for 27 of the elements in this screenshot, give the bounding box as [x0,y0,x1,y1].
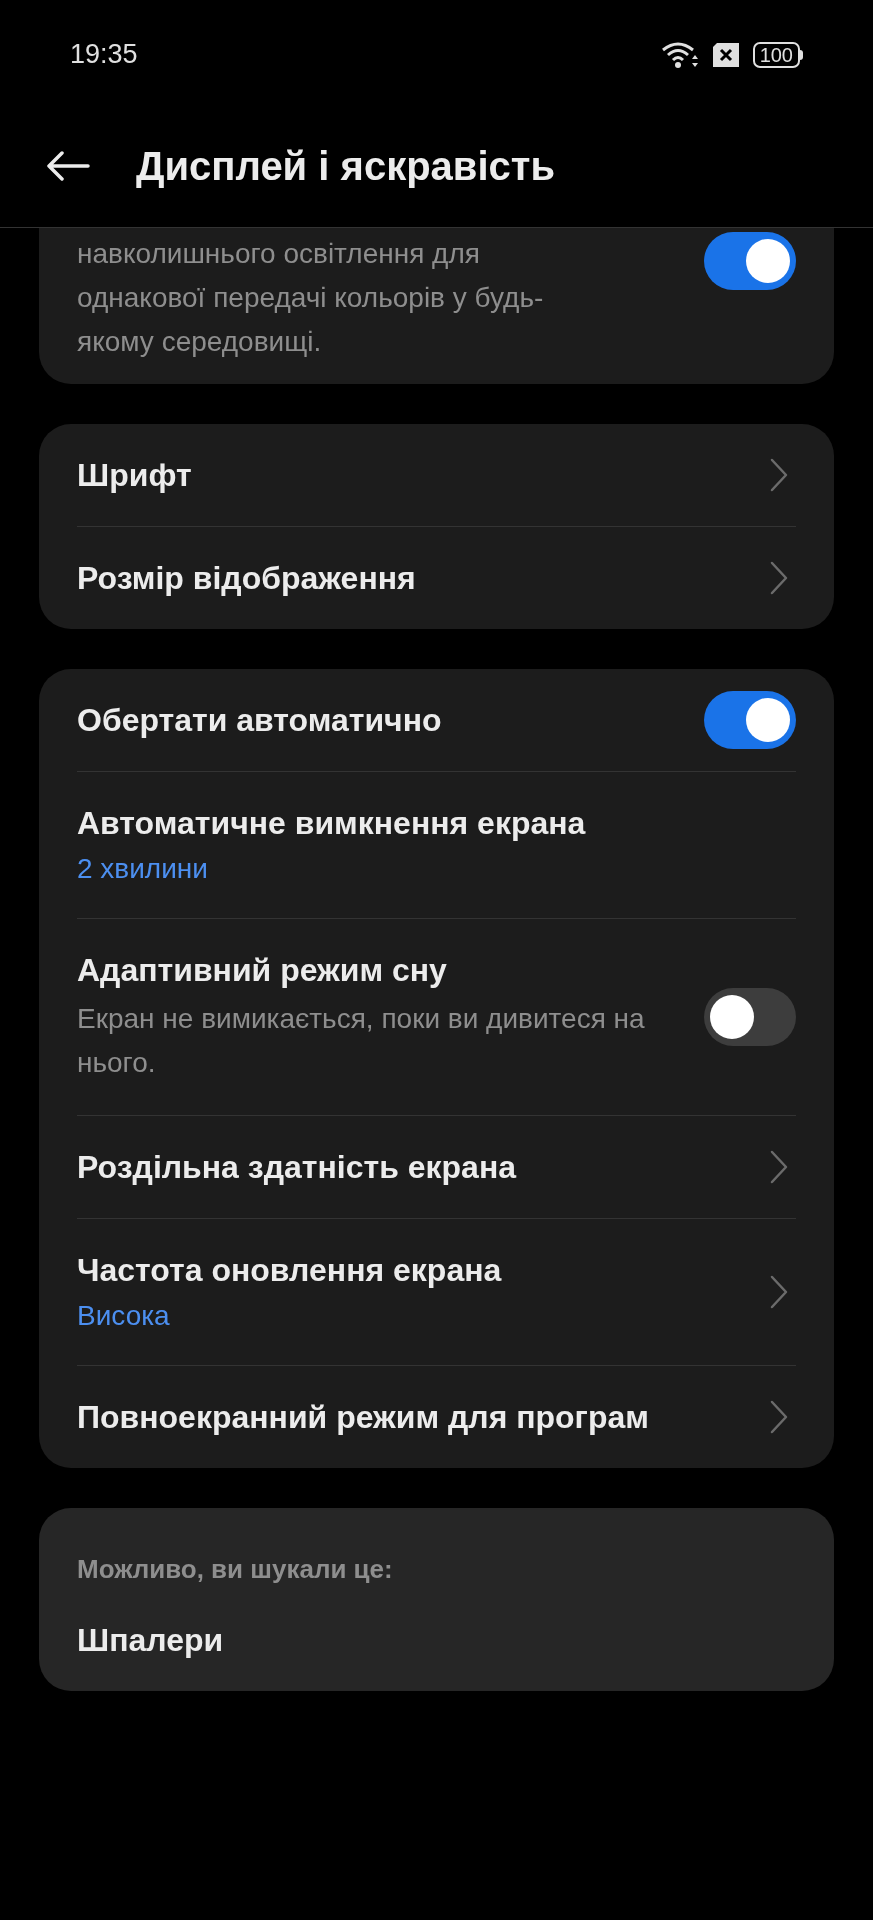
setting-description: навколишнього освітлення для однакової передачі кольорів у будь-якому середовищі. [77,237,545,359]
chevron-right-icon [770,1275,788,1309]
sim-card-icon [710,42,741,67]
status-time: 19:35 [70,38,138,72]
setting-title[interactable]: Частота оновлення екрана [77,1249,746,1291]
toggle-switch[interactable] [704,232,796,290]
chevron-right-icon [770,458,788,492]
chevron-right-icon [770,1400,788,1434]
section-heading: Можливо, ви шукали це: [77,1554,393,1584]
setting-value: 2 хвилини [77,852,209,886]
setting-title[interactable]: Розмір відображення [77,557,746,599]
setting-description: Екран не вимикається, поки ви дивитеся на нього. [77,1002,646,1080]
toggle-switch[interactable] [704,691,796,749]
page-title: Дисплей і яскравість [136,143,555,190]
battery-level: 100 [752,41,800,68]
setting-title[interactable]: Автоматичне вимкнення екрана [77,802,796,844]
setting-value: Висока [77,1299,171,1333]
setting-title[interactable]: Шпалери [77,1619,796,1661]
chevron-right-icon [770,561,788,595]
chevron-right-icon [770,1150,788,1184]
setting-title[interactable]: Обертати автоматично [77,699,680,741]
setting-title[interactable]: Шрифт [77,454,746,496]
setting-title[interactable]: Адаптивний режим сну [77,949,680,991]
setting-title[interactable]: Повноекранний режим для програм [77,1396,746,1438]
setting-title[interactable]: Роздільна здатність екрана [77,1146,746,1188]
back-arrow-icon[interactable] [46,151,90,181]
wifi-icon [660,40,699,69]
